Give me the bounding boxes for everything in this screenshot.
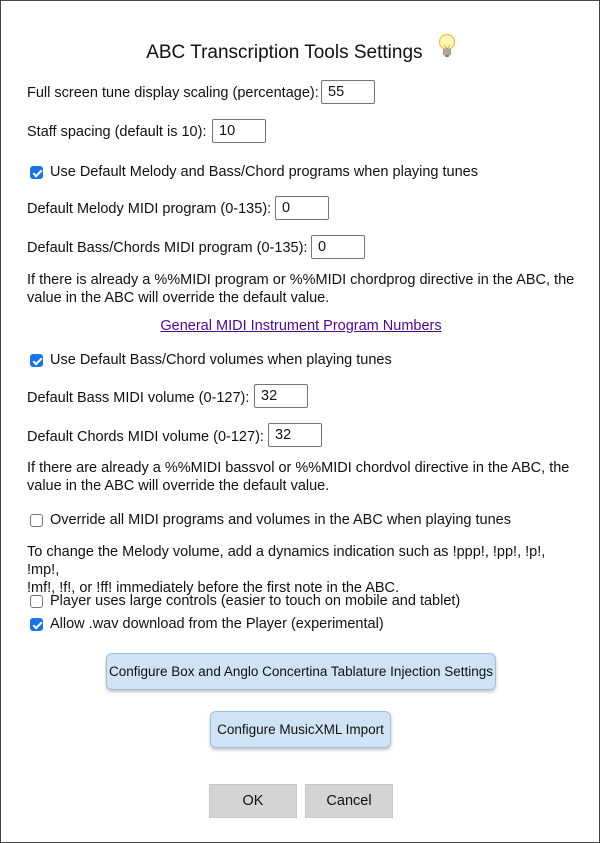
general-midi-link[interactable]: General MIDI Instrument Program Numbers — [1, 318, 600, 334]
use-default-programs-checkbox[interactable] — [30, 166, 43, 179]
use-default-programs-label: Use Default Melody and Bass/Chord progra… — [50, 164, 478, 180]
allow-wav-label: Allow .wav download from the Player (exp… — [50, 616, 384, 632]
dialog-title-text: ABC Transcription Tools Settings — [146, 42, 423, 64]
bass-program-input[interactable]: 0 — [311, 235, 365, 259]
settings-dialog: ABC Transcription Tools Settings Full sc… — [0, 0, 600, 843]
configure-musicxml-button[interactable]: Configure MusicXML Import — [210, 711, 391, 748]
melody-volume-note: To change the Melody volume, add a dynam… — [27, 543, 575, 597]
melody-program-input[interactable]: 0 — [275, 196, 329, 220]
program-override-note: If there is already a %%MIDI program or … — [27, 271, 575, 307]
melody-note-line-1: To change the Melody volume, add a dynam… — [27, 544, 546, 578]
scaling-label: Full screen tune display scaling (percen… — [27, 85, 319, 101]
use-default-volumes-label: Use Default Bass/Chord volumes when play… — [50, 352, 392, 368]
staff-spacing-label: Staff spacing (default is 10): — [27, 124, 207, 140]
chords-volume-label: Default Chords MIDI volume (0-127): — [27, 429, 264, 445]
allow-wav-checkbox[interactable] — [30, 618, 43, 631]
lightbulb-icon — [438, 33, 456, 65]
use-default-volumes-checkbox[interactable] — [30, 354, 43, 367]
large-controls-checkbox[interactable] — [30, 595, 43, 608]
melody-program-label: Default Melody MIDI program (0-135): — [27, 201, 272, 217]
chords-volume-input[interactable]: 32 — [268, 423, 322, 447]
bass-volume-input[interactable]: 32 — [254, 384, 308, 408]
volume-override-note: If there are already a %%MIDI bassvol or… — [27, 459, 575, 495]
ok-button[interactable]: OK — [209, 784, 297, 818]
bass-program-label: Default Bass/Chords MIDI program (0-135)… — [27, 240, 308, 256]
volume-note-line-2: value in the ABC will override the defau… — [27, 478, 330, 494]
large-controls-label: Player uses large controls (easier to to… — [50, 593, 461, 609]
bass-volume-label: Default Bass MIDI volume (0-127): — [27, 390, 250, 406]
staff-spacing-input[interactable]: 10 — [212, 119, 266, 143]
configure-concertina-button[interactable]: Configure Box and Anglo Concertina Tabla… — [106, 653, 496, 690]
override-all-checkbox[interactable] — [30, 514, 43, 527]
program-note-line-1: If there is already a %%MIDI program or … — [27, 272, 575, 288]
scaling-input[interactable]: 55 — [321, 80, 375, 104]
cancel-button[interactable]: Cancel — [305, 784, 393, 818]
program-note-line-2: value in the ABC will override the defau… — [27, 290, 330, 306]
volume-note-line-1: If there are already a %%MIDI bassvol or… — [27, 460, 570, 476]
dialog-title: ABC Transcription Tools Settings — [1, 33, 600, 69]
override-all-label: Override all MIDI programs and volumes i… — [50, 512, 511, 528]
